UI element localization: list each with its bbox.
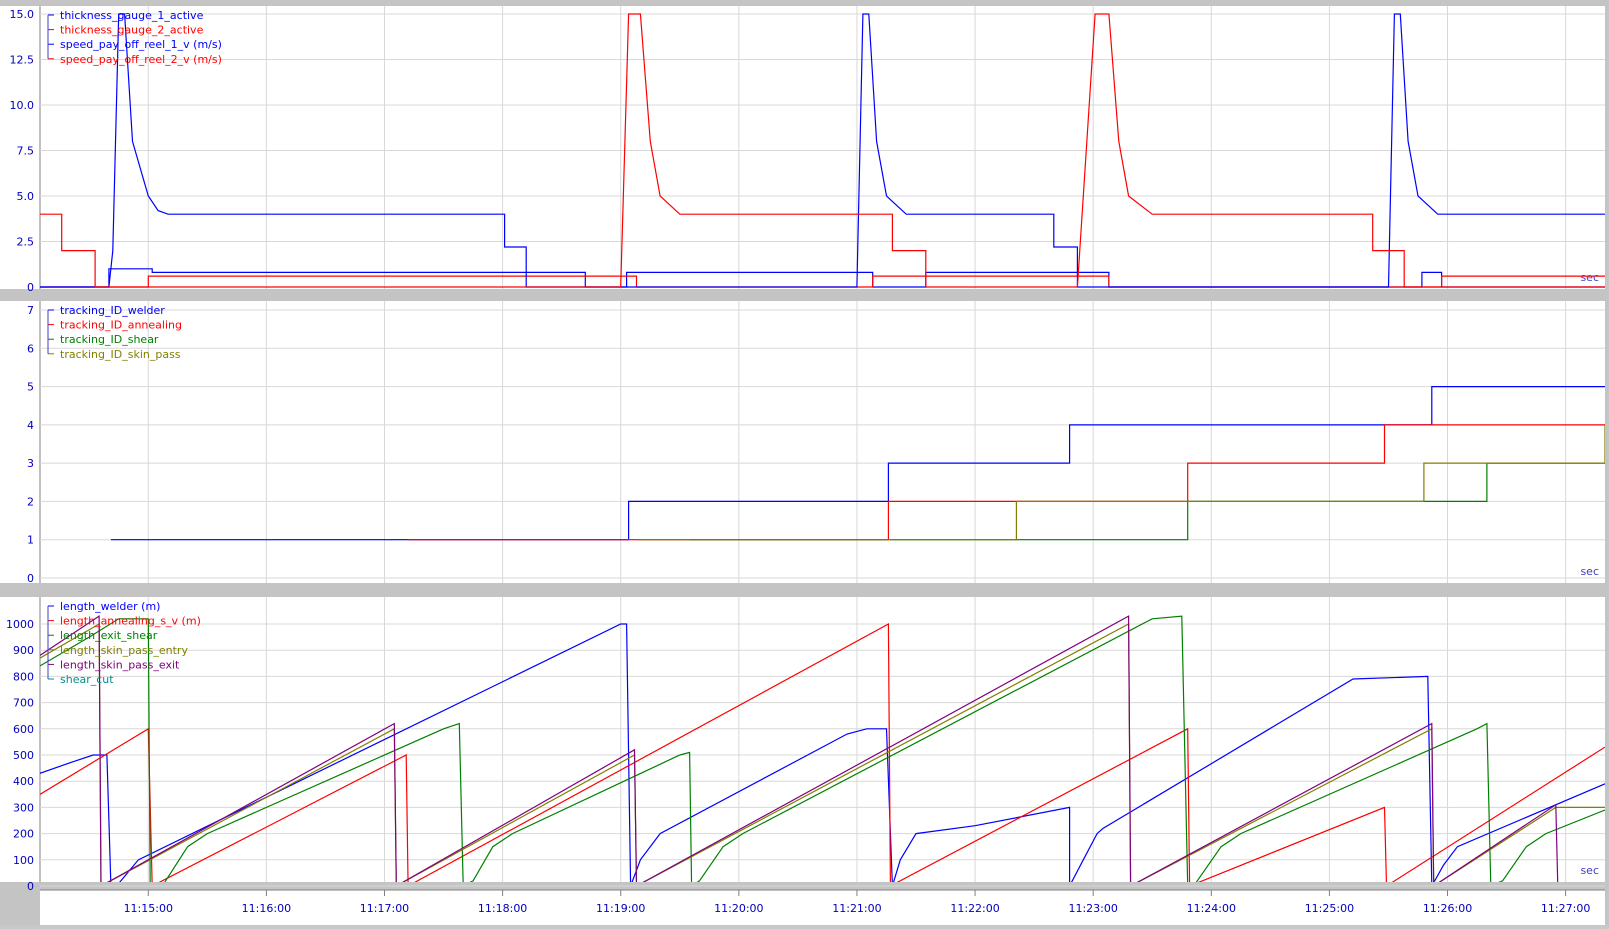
chart-panel-1: 0 2.5 5.0 7.5 10.0 12.5 15.0 thickness_gauge_1_… [0,6,1605,294]
y-tick-label: 6 [27,342,34,355]
legend-entry: length_welder (m) [60,600,160,613]
x-tick-label: 11:25:00 [1305,902,1354,915]
y-tick-label: 3 [27,457,34,470]
x-tick-label: 11:21:00 [832,902,881,915]
trend-chart-window: 0 2.5 5.0 7.5 10.0 12.5 15.0 thickness_gauge_1_… [0,0,1609,925]
x-tick-label: 11:22:00 [950,902,999,915]
time-axis: 11:15:00 11:16:00 11:17:00 11:18:00 11:19:00… [40,890,1605,925]
legend-entry: thickness_gauge_1_active [60,9,204,22]
legend-entry: length_skin_pass_entry [60,644,188,657]
trend-chart: 0 2.5 5.0 7.5 10.0 12.5 15.0 thickness_gauge_1_… [0,0,1609,925]
legend-entry: speed_pay_off_reel_2_v (m/s) [60,53,222,66]
y-tick-label: 0 [27,880,34,893]
legend-entry: tracking_ID_welder [60,304,165,317]
y-tick-label: 600 [13,723,34,736]
legend-entry: shear_cut [60,673,114,686]
x-tick-label: 11:23:00 [1068,902,1117,915]
plot-area [40,597,1605,882]
x-tick-label: 11:18:00 [478,902,527,915]
y-tick-label: 5 [27,381,34,394]
legend-entry: length_exit_shear [60,629,158,642]
y-tick-label: 0 [27,281,34,294]
y-tick-label: 1 [27,534,34,547]
legend-entry: tracking_ID_annealing [60,319,182,332]
y-tick-label: 300 [13,801,34,814]
y-tick-label: 1000 [6,618,34,631]
y-tick-label: 0 [27,572,34,585]
y-tick-label: 2 [27,495,34,508]
y-tick-label: 4 [27,419,34,432]
chart-panel-2: 0 1 2 3 4 5 6 7 tracking_ID_welder tracking_ID_an… [0,301,1605,585]
y-tick-label: 10.0 [10,99,35,112]
y-tick-label: 7.5 [17,145,35,158]
x-tick-label: 11:27:00 [1541,902,1590,915]
y-tick-label: 15.0 [10,8,35,21]
chart-panel-3: 0 100 200 300 400 500 600 700 800 900 1000 length_w… [0,597,1605,893]
y-tick-label: 5.0 [17,190,35,203]
y-tick-label: 800 [13,670,34,683]
legend-entry: length_skin_pass_exit [60,658,180,671]
x-tick-label: 11:20:00 [714,902,763,915]
x-tick-label: 11:26:00 [1423,902,1472,915]
legend-entry: thickness_gauge_2_active [60,24,204,37]
unit-label: sec [1580,864,1599,877]
x-tick-label: 11:24:00 [1187,902,1236,915]
y-tick-label: 900 [13,644,34,657]
unit-label: sec [1580,271,1599,284]
y-tick-label: 100 [13,854,34,867]
y-tick-label: 400 [13,775,34,788]
y-axis-area [0,301,40,583]
legend-entry: tracking_ID_skin_pass [60,348,181,361]
y-tick-label: 7 [27,304,34,317]
x-tick-label: 11:19:00 [596,902,645,915]
x-tick-label: 11:15:00 [124,902,173,915]
y-tick-label: 2.5 [17,236,35,249]
x-tick-label: 11:16:00 [242,902,291,915]
plot-area [40,6,1605,289]
y-tick-label: 500 [13,749,34,762]
legend-entry: length_annealing_s_v (m) [60,615,201,628]
legend-entry: speed_pay_off_reel_1_v (m/s) [60,38,222,51]
y-tick-label: 12.5 [10,54,35,67]
unit-label: sec [1580,565,1599,578]
y-tick-label: 700 [13,697,34,710]
y-tick-label: 200 [13,828,34,841]
legend-entry: tracking_ID_shear [60,333,159,346]
x-tick-label: 11:17:00 [360,902,409,915]
plot-area [40,301,1605,583]
